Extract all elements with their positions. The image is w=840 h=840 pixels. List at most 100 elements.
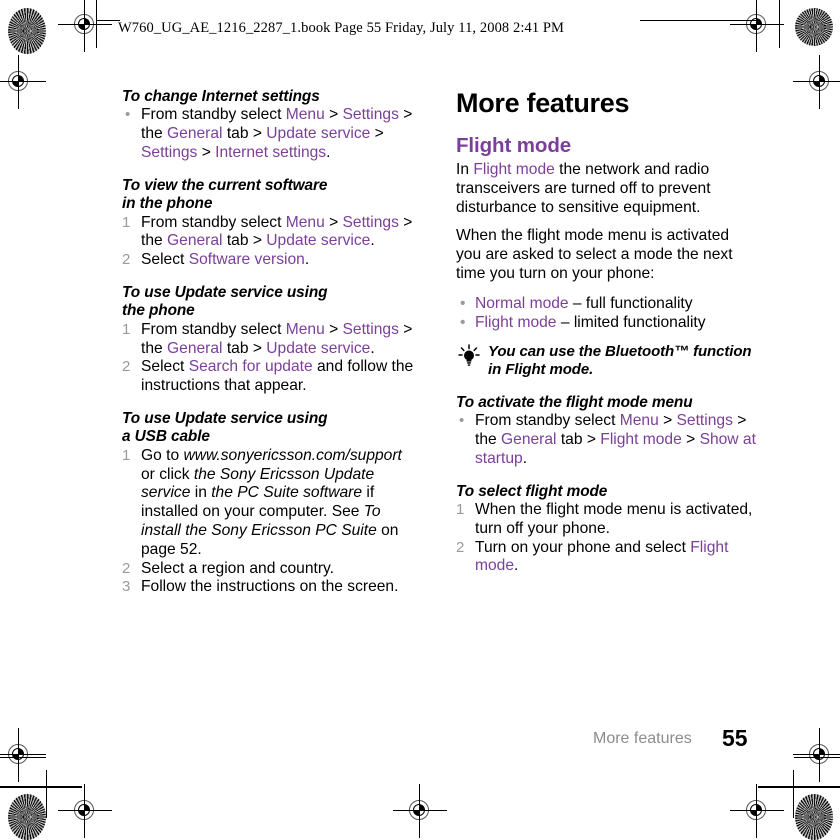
registration-v-line xyxy=(819,728,820,782)
list-item: 1 From standby select Menu > Settings > t… xyxy=(122,214,417,252)
step-text-part: tab > xyxy=(556,430,601,448)
paragraph-part: In xyxy=(456,161,474,178)
step-text-part: . xyxy=(370,232,375,250)
step-text-part: > xyxy=(324,213,343,231)
registration-mark-bottom-center xyxy=(393,784,447,838)
list-item: • Flight mode – limited functionality xyxy=(456,313,756,333)
step-text-part: > xyxy=(681,430,700,448)
registration-mark-left-lower xyxy=(0,728,46,782)
crop-mark-right-horizontal xyxy=(758,786,840,788)
ui-term: General xyxy=(501,430,557,448)
bullet-marker: • xyxy=(460,314,466,332)
crop-mark-right-vertical xyxy=(793,770,794,818)
step-text-part: tab > xyxy=(222,339,267,357)
list-item: • From standby select Menu > Settings > t… xyxy=(456,412,756,468)
procedure-heading-select-flight-mode: To select flight mode xyxy=(456,482,608,500)
registration-v-line xyxy=(84,784,85,838)
registration-mark-left-upper xyxy=(0,55,46,109)
heading-line-2: a USB cable xyxy=(122,428,210,446)
header-divider-left xyxy=(96,0,97,48)
registration-mark-top-right xyxy=(730,0,784,52)
left-text-column: To change Internet settings • From standb… xyxy=(122,88,417,597)
crop-mark-left-upper-horizontal xyxy=(0,757,46,758)
registration-h-line xyxy=(730,24,784,25)
color-calibration-patch-bottom-left xyxy=(8,794,46,840)
step-number: 2 xyxy=(122,358,131,376)
color-calibration-patch-bottom-right xyxy=(795,794,833,840)
registration-v-line xyxy=(756,0,757,52)
heading-line-2: in the phone xyxy=(122,195,213,213)
step-text-part: > xyxy=(658,412,677,430)
procedure-heading-view-current-software: To view the current software in the phone xyxy=(122,177,417,214)
color-calibration-patch-top-left xyxy=(8,8,46,54)
ui-term: Update service xyxy=(266,125,371,143)
list-item: • Normal mode – full functionality xyxy=(456,294,756,314)
step-number: 2 xyxy=(122,559,131,577)
step-number: 3 xyxy=(122,578,131,596)
registration-v-line xyxy=(756,784,757,838)
crop-mark-left-horizontal xyxy=(0,786,82,788)
bullet-text: – limited functionality xyxy=(556,314,706,332)
crop-mark-right-upper-horizontal xyxy=(794,757,840,758)
ui-term: General xyxy=(167,339,223,357)
page-title: More features xyxy=(456,88,630,118)
registration-v-line xyxy=(419,784,420,838)
procedure-steps-update-service-phone: 1 From standby select Menu > Settings > t… xyxy=(122,321,417,396)
ui-term: Flight mode xyxy=(600,430,682,448)
registration-h-line xyxy=(58,810,112,811)
step-text-part: > xyxy=(197,144,216,161)
step-number: 1 xyxy=(122,213,131,231)
crop-mark-left-vertical xyxy=(46,770,47,818)
document-header-text: W760_UG_AE_1216_2287_1.book Page 55 Frid… xyxy=(118,20,565,36)
heading-line-1: To use Update service using xyxy=(122,284,328,301)
step-text-part: When the flight mode menu is activated, … xyxy=(475,500,753,537)
ui-term: Menu xyxy=(619,412,659,430)
registration-h-line xyxy=(793,81,840,82)
step-text-part: From standby select xyxy=(475,412,620,430)
registration-h-line xyxy=(730,810,784,811)
registration-mark-bottom-right xyxy=(730,784,784,838)
registration-h-line xyxy=(0,81,46,82)
ui-term: Internet settings xyxy=(215,144,327,161)
ui-term: General xyxy=(167,125,223,143)
step-text-part: in xyxy=(190,484,212,502)
step-text-part: tab > xyxy=(222,232,267,250)
ui-term: Search for update xyxy=(188,358,313,376)
flight-mode-menu-paragraph: When the flight mode menu is activated y… xyxy=(456,227,733,282)
step-text-part: . xyxy=(304,251,310,269)
step-text-part: From standby select xyxy=(141,213,286,231)
ui-term: Flight mode xyxy=(473,161,555,178)
step-text-part: > xyxy=(324,320,343,338)
registration-v-line xyxy=(18,728,19,782)
footer-chapter-name: More features xyxy=(593,730,692,747)
registration-h-line xyxy=(393,810,447,811)
right-text-column: More features Flight mode In Flight mode… xyxy=(456,88,756,576)
ui-term: Settings xyxy=(342,213,399,231)
step-text-part: or click xyxy=(141,465,194,483)
registration-mark-right-upper xyxy=(793,55,840,109)
ui-term: Update service xyxy=(266,339,371,357)
ui-term: Settings xyxy=(141,144,198,161)
lightbulb-icon xyxy=(456,344,482,368)
list-item: 2 Select Search for update and follow the… xyxy=(122,358,417,396)
step-text-part: > xyxy=(324,106,343,124)
list-item: • From standby select Menu > Settings > t… xyxy=(122,106,417,162)
ui-term: Settings xyxy=(342,106,399,124)
header-divider-right xyxy=(779,0,780,48)
procedure-heading-activate-flight-mode-menu: To activate the flight mode menu xyxy=(456,393,693,411)
step-number: 2 xyxy=(122,251,131,269)
step-text-part: . xyxy=(522,449,528,467)
step-number: 1 xyxy=(456,500,465,518)
list-item: 1 When the flight mode menu is activated,… xyxy=(456,501,756,539)
registration-v-line xyxy=(819,55,820,109)
ui-term: Menu xyxy=(285,320,325,338)
tip-callout: You can use the Bluetooth™ function in Fl… xyxy=(456,343,756,380)
step-text-part: Select a region and country. xyxy=(141,559,335,577)
